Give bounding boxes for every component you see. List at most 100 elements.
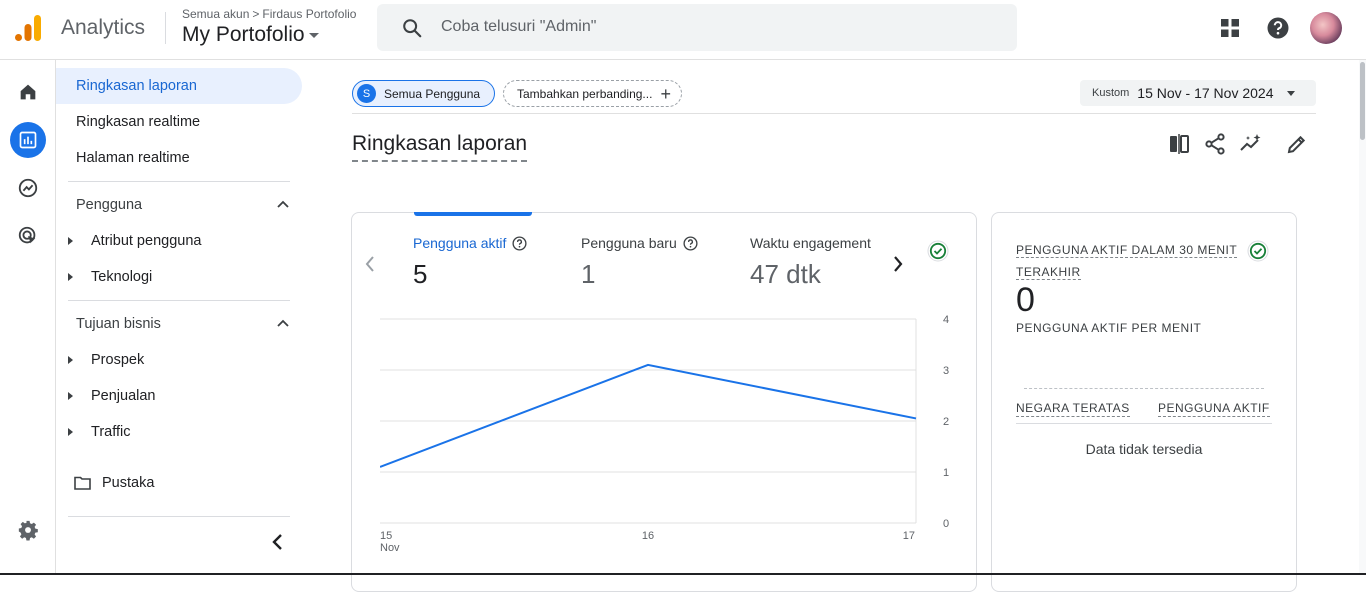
help-outline-icon[interactable] [512, 235, 527, 251]
y-axis-tick-label: 3 [943, 365, 949, 377]
nav-item-penjualan[interactable]: Penjualan [68, 378, 156, 414]
rail-home-button[interactable] [10, 74, 46, 110]
y-axis-tick-label: 0 [943, 518, 949, 530]
page-scrollbar[interactable] [1359, 60, 1366, 575]
rail-settings-button[interactable] [10, 512, 46, 548]
search-input[interactable] [441, 10, 981, 44]
nav-item-pustaka[interactable]: Pustaka [74, 465, 154, 501]
y-axis-tick-label: 1 [943, 467, 949, 479]
realtime-card-title[interactable]: PENGGUNA AKTIF DALAM 30 MENIT TERAKHIR [1016, 239, 1246, 283]
nav-section-tujuan-bisnis[interactable]: Tujuan bisnis [76, 312, 290, 336]
top-bar: Analytics Semua akun > Firdaus Portofolio … [0, 0, 1366, 60]
dropdown-arrow-icon [1286, 90, 1295, 96]
nav-section-title: Pengguna [76, 197, 143, 213]
chevron-up-icon [277, 200, 289, 208]
chevron-left-icon[interactable] [362, 253, 378, 275]
metric-label: Waktu engagement [750, 235, 871, 251]
metric-label: Pengguna baru [581, 235, 677, 251]
rail-reports-button[interactable] [10, 122, 46, 158]
plus-icon: + [660, 83, 671, 104]
nav-item-prospek[interactable]: Prospek [68, 342, 144, 378]
nav-item-teknologi[interactable]: Teknologi [68, 259, 152, 295]
report-navigation: Ringkasan laporan Ringkasan realtime Hal… [56, 60, 306, 575]
toolbar-divider [352, 113, 1316, 114]
scrollbar-thumb[interactable] [1360, 62, 1365, 140]
x-axis-tick-label: 15 Nov [380, 530, 400, 554]
realtime-card: PENGGUNA AKTIF DALAM 30 MENIT TERAKHIR 0… [991, 212, 1297, 592]
nav-item-traffic[interactable]: Traffic [68, 414, 130, 450]
metric-value: 5 [413, 259, 428, 289]
avatar[interactable] [1310, 12, 1342, 44]
empty-state-text: Data tidak tersedia [1085, 441, 1203, 457]
chevron-right-icon[interactable] [890, 253, 906, 275]
nav-item-label: Pustaka [102, 475, 155, 491]
check-circle-icon[interactable] [927, 240, 949, 262]
gear-icon [18, 520, 38, 541]
realtime-subtitle: PENGGUNA AKTIF PER MENIT [1016, 321, 1202, 335]
insights-sparkle-icon[interactable] [1239, 132, 1263, 156]
nav-section-pengguna[interactable]: Pengguna [76, 193, 290, 217]
help-outline-icon[interactable] [683, 235, 698, 251]
rail-advertising-button[interactable] [10, 218, 46, 254]
expand-triangle-icon [68, 273, 73, 281]
page-title[interactable]: Ringkasan laporan [352, 132, 528, 162]
expand-triangle-icon [68, 237, 73, 245]
metric-label: Pengguna aktif [413, 235, 507, 251]
breadcrumb[interactable]: Semua akun > Firdaus Portofolio [182, 7, 356, 21]
folder-icon [74, 476, 91, 490]
nav-section-title: Tujuan bisnis [76, 316, 161, 332]
rail-explore-button[interactable] [10, 170, 46, 206]
nav-item-label: Teknologi [91, 269, 153, 285]
metric-value: 1 [581, 259, 596, 289]
nav-item-halaman-realtime[interactable]: Halaman realtime [56, 140, 302, 176]
table-header-divider [1016, 423, 1272, 424]
target-cursor-icon [18, 226, 36, 244]
main-content: S Semua Pengguna Tambahkan perbanding...… [306, 60, 1360, 592]
column-header-country[interactable]: NEGARA TERATAS [1016, 401, 1130, 417]
bar-chart-icon [19, 131, 37, 149]
nav-divider [68, 181, 290, 182]
series-line-active-users [380, 363, 917, 468]
expand-triangle-icon [68, 392, 73, 400]
collapse-chevron-left-icon[interactable] [266, 530, 290, 554]
apps-grid-icon[interactable] [1218, 16, 1242, 40]
active-metric-indicator [414, 212, 532, 216]
help-icon[interactable] [1266, 16, 1290, 40]
y-axis-tick-label: 2 [943, 416, 949, 428]
chevron-up-icon [277, 319, 289, 327]
property-selector[interactable]: My Portofolio [182, 23, 319, 47]
date-range-prefix: Kustom [1092, 87, 1130, 99]
chevron-right-icon: > [252, 7, 260, 21]
expand-triangle-icon [68, 428, 73, 436]
share-icon[interactable] [1203, 132, 1227, 156]
nav-item-label: Atribut pengguna [91, 233, 202, 249]
nav-item-atribut-pengguna[interactable]: Atribut pengguna [68, 223, 201, 259]
breadcrumb-scope[interactable]: Semua akun [182, 7, 249, 21]
breadcrumb-account[interactable]: Firdaus Portofolio [262, 7, 356, 21]
x-axis-tick-label: 17 [903, 530, 915, 542]
nav-item-label: Prospek [91, 352, 145, 368]
column-header-active-users[interactable]: PENGGUNA AKTIF [1158, 401, 1270, 417]
header-divider [165, 12, 166, 44]
caret-down-icon [308, 32, 319, 38]
segment-chip-all-users[interactable]: S Semua Pengguna [352, 80, 495, 107]
metric-engagement-time[interactable]: Waktu engagement 47 dtk [750, 235, 871, 290]
add-comparison-label: Tambahkan perbanding... [517, 86, 653, 101]
realtime-title-line1: PENGGUNA AKTIF DALAM 30 MENIT [1016, 243, 1238, 258]
expand-triangle-icon [68, 356, 73, 364]
check-circle-icon[interactable] [1247, 240, 1269, 262]
nav-item-ringkasan-laporan[interactable]: Ringkasan laporan [56, 68, 302, 104]
nav-item-ringkasan-realtime[interactable]: Ringkasan realtime [56, 104, 302, 140]
segment-label: Semua Pengguna [384, 86, 481, 101]
search-bar[interactable] [377, 4, 1017, 51]
add-comparison-chip[interactable]: Tambahkan perbanding... + [503, 80, 682, 107]
analytics-logo[interactable] [14, 13, 44, 43]
metric-new-users[interactable]: Pengguna baru 1 [581, 235, 698, 290]
nav-item-label: Penjualan [91, 388, 156, 404]
metric-active-users[interactable]: Pengguna aktif 5 [413, 235, 527, 290]
search-icon [403, 19, 422, 38]
date-range-picker[interactable]: Kustom 15 Nov - 17 Nov 2024 [1080, 80, 1316, 106]
left-rail [0, 60, 56, 575]
edit-pencil-icon[interactable] [1285, 132, 1309, 156]
compare-columns-icon[interactable] [1167, 132, 1191, 156]
